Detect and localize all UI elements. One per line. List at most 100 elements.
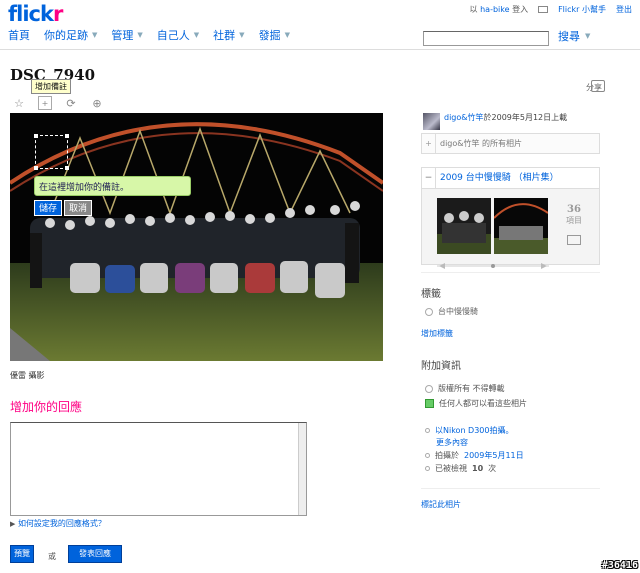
- views-count: 10: [472, 464, 484, 473]
- set-count-unit: 項目: [566, 216, 582, 225]
- textarea-scrollbar[interactable]: [298, 423, 306, 515]
- comment-textarea[interactable]: [10, 422, 307, 516]
- uploader-link[interactable]: digo&竹竿: [444, 113, 484, 122]
- set-count-number: 36: [567, 204, 581, 215]
- add-tag-link[interactable]: 增加標籤: [421, 328, 453, 339]
- expand-icon[interactable]: +: [422, 134, 436, 153]
- nav-home[interactable]: 首頁: [8, 27, 30, 43]
- comment-format-help[interactable]: ▶ 如何設定我的回應格式？: [10, 518, 106, 529]
- nav-you[interactable]: 你的足跡 ▼: [44, 27, 97, 43]
- divider: [421, 488, 600, 489]
- resize-handle[interactable]: [34, 134, 38, 138]
- flickr-logo[interactable]: flickr: [8, 2, 63, 26]
- license-row: 版權所有 不得轉載: [425, 383, 505, 394]
- prev-arrow-icon[interactable]: [439, 263, 445, 269]
- chevron-down-icon[interactable]: ▼: [92, 31, 97, 39]
- resize-handle[interactable]: [34, 166, 38, 170]
- note-save-button[interactable]: 儲存: [34, 200, 63, 216]
- add-note-tooltip: 增加備註: [31, 79, 71, 94]
- views-row: 已被檢視 10 次: [425, 463, 496, 474]
- more-properties-link[interactable]: 更多內容: [436, 437, 468, 448]
- tag-icon: [425, 307, 433, 316]
- post-comment-button[interactable]: 發表回應: [68, 545, 122, 563]
- chevron-down-icon[interactable]: ▼: [585, 32, 590, 40]
- divider: [421, 272, 600, 273]
- nav-label: 管理: [111, 29, 134, 42]
- search-input[interactable]: [423, 31, 549, 46]
- share-icon[interactable]: [591, 80, 605, 92]
- bullet-icon: [425, 466, 430, 471]
- main-nav: 首頁 你的足跡 ▼ 管理 ▼ 自己人 ▼ 社群 ▼ 發掘 ▼: [8, 27, 290, 43]
- privacy-icon: [425, 399, 434, 408]
- mail-icon[interactable]: [538, 6, 549, 13]
- watermark: #36416: [601, 560, 638, 571]
- add-tag-row: 增加標籤: [421, 328, 453, 339]
- chevron-down-icon[interactable]: ▼: [285, 31, 290, 39]
- additional-info-heading: 附加資訊: [421, 361, 461, 372]
- nav-groups[interactable]: 社群 ▼: [213, 27, 244, 43]
- nav-contacts[interactable]: 自己人 ▼: [157, 27, 199, 43]
- resize-handle[interactable]: [65, 166, 69, 170]
- note-selection-box[interactable]: [34, 134, 69, 170]
- logout-link[interactable]: 登出: [616, 4, 632, 15]
- help-link-text: 如何設定我的回應格式？: [17, 519, 106, 528]
- thumbnail-image: [437, 198, 491, 254]
- preview-button[interactable]: 預覽: [10, 545, 34, 563]
- username-link[interactable]: ha-bike: [480, 5, 509, 14]
- set-thumbnail-current[interactable]: [494, 198, 548, 254]
- more-properties-row: 更多內容: [436, 437, 468, 448]
- flickr-photo-page: flickr 以 ha-bike 登入 Flickr 小幫手 登出 首頁 你的足…: [0, 0, 640, 573]
- thumbnail-image: [494, 198, 548, 254]
- views-suffix: 次: [488, 464, 497, 473]
- flag-photo-link[interactable]: 標記此相片: [421, 499, 461, 510]
- account-bar: 以 ha-bike 登入 Flickr 小幫手 登出: [470, 4, 632, 15]
- note-icon[interactable]: +: [38, 96, 52, 110]
- slideshow-icon[interactable]: [567, 235, 581, 245]
- camera-row: 以Nikon D300拍攝。: [425, 425, 514, 436]
- bullet-icon: [425, 453, 430, 458]
- note-input[interactable]: 在這裡增加你的備註。: [34, 176, 191, 196]
- tag-row: 台中慢慢騎: [425, 306, 478, 317]
- resize-handle[interactable]: [65, 134, 69, 138]
- photo-description: 優雷 攝影: [10, 371, 45, 380]
- next-arrow-icon[interactable]: [541, 263, 547, 269]
- nav-label: 首頁: [8, 29, 30, 42]
- zoom-icon[interactable]: ⊕: [90, 96, 104, 110]
- nav-organize[interactable]: 管理 ▼: [111, 27, 142, 43]
- or-label: 或: [48, 552, 56, 561]
- all-photos-label: digo&竹竿 的所有相片: [440, 139, 523, 148]
- nav-explore[interactable]: 發掘 ▼: [259, 27, 290, 43]
- chevron-down-icon[interactable]: ▼: [137, 31, 142, 39]
- help-link[interactable]: Flickr 小幫手: [558, 4, 606, 15]
- nav-divider: [0, 49, 640, 50]
- taken-on-date[interactable]: 2009年5月11日: [464, 450, 524, 461]
- taken-on-row: 拍攝於 2009年5月11日: [425, 450, 524, 461]
- signed-in-suffix: 登入: [512, 5, 529, 14]
- logo-text-pink: r: [52, 2, 63, 26]
- caret-right-icon: ▶: [10, 520, 16, 528]
- taken-on-label: 拍攝於: [435, 451, 459, 460]
- star-icon[interactable]: ☆: [12, 96, 26, 110]
- search-label: 搜尋: [558, 30, 580, 43]
- set-header[interactable]: −2009 台中慢慢騎 （相片集）: [422, 168, 599, 189]
- chevron-down-icon[interactable]: ▼: [194, 31, 199, 39]
- nav-label: 發掘: [258, 29, 281, 42]
- upload-date: 於2009年5月12日上載: [483, 113, 568, 122]
- note-cancel-button[interactable]: 取消: [64, 200, 93, 216]
- camera-dot-icon: [425, 428, 430, 433]
- camera-link[interactable]: 以Nikon D300拍攝。: [435, 425, 514, 436]
- set-thumbnail-prev[interactable]: [437, 198, 491, 254]
- avatar[interactable]: [423, 113, 440, 130]
- tag-link[interactable]: 台中慢慢騎: [438, 306, 478, 317]
- nav-label: 你的足跡: [44, 29, 88, 42]
- add-comment-heading: 增加你的回應: [10, 400, 83, 414]
- set-title[interactable]: 2009 台中慢慢騎 （相片集）: [440, 173, 559, 183]
- all-photos-row[interactable]: + digo&竹竿 的所有相片: [421, 133, 600, 154]
- rotate-icon[interactable]: ⟳: [64, 96, 78, 110]
- permission-row: 任何人都可以看這些相片: [425, 398, 527, 409]
- views-prefix: 已被檢視: [435, 464, 467, 473]
- set-item-count: 36 項目: [566, 205, 582, 226]
- search-button[interactable]: 搜尋 ▼: [558, 28, 590, 44]
- chevron-down-icon[interactable]: ▼: [239, 31, 244, 39]
- collapse-icon[interactable]: −: [422, 168, 436, 188]
